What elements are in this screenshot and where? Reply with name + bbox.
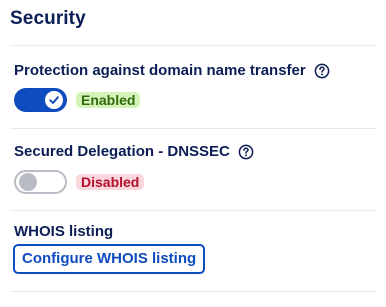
divider xyxy=(10,210,376,211)
section-title: Security xyxy=(10,8,86,29)
divider xyxy=(10,291,376,292)
transfer-protection-row: Enabled xyxy=(14,88,141,112)
toggle-knob xyxy=(19,173,37,191)
security-panel: Security Protection against domain name … xyxy=(0,0,386,307)
dnssec-row: Disabled xyxy=(14,170,145,194)
dnssec-toggle[interactable] xyxy=(14,170,67,194)
transfer-protection-label: Protection against domain name transfer xyxy=(14,62,306,79)
dnssec-label: Secured Delegation - DNSSEC xyxy=(14,143,230,160)
transfer-protection-heading: Protection against domain name transfer xyxy=(14,62,330,79)
transfer-protection-toggle[interactable] xyxy=(14,88,67,112)
help-circle-icon[interactable] xyxy=(314,63,330,79)
configure-whois-button[interactable]: Configure WHOIS listing xyxy=(13,244,206,274)
status-badge-enabled: Enabled xyxy=(76,92,141,108)
divider xyxy=(10,45,376,46)
help-circle-icon[interactable] xyxy=(238,144,254,160)
divider xyxy=(10,128,376,129)
dnssec-heading: Secured Delegation - DNSSEC xyxy=(14,143,254,160)
status-badge-disabled: Disabled xyxy=(76,174,145,190)
whois-label: WHOIS listing xyxy=(14,223,114,240)
toggle-knob xyxy=(45,91,63,109)
check-icon xyxy=(49,96,59,104)
